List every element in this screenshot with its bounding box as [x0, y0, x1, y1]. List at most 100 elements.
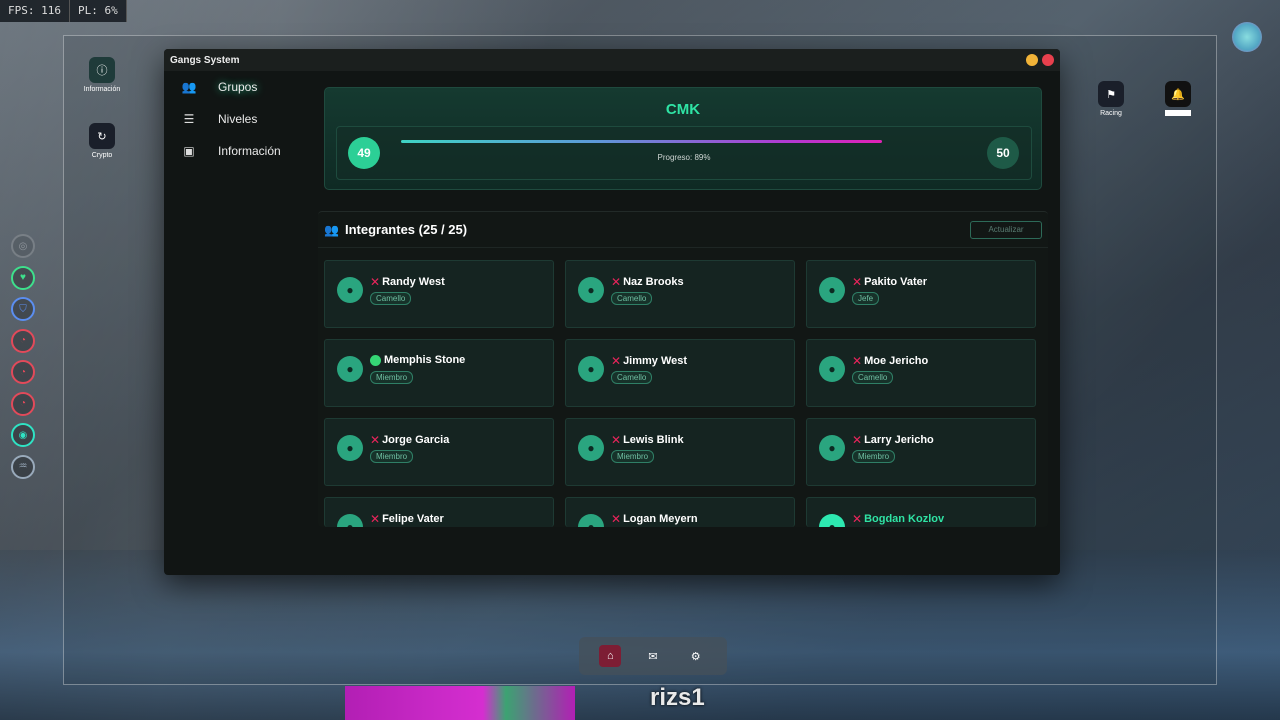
app-label: Información — [83, 86, 121, 93]
app-racing[interactable]: ⚑ Racing — [1089, 81, 1133, 117]
member-card[interactable]: ● ✕ Bogdan Kozlov — [806, 497, 1036, 527]
members-header: 👥 Integrantes (25 / 25) Actualizar — [318, 212, 1048, 248]
user-avatar-icon: ● — [819, 356, 845, 382]
role-badge: Camello — [370, 292, 412, 305]
title-bar[interactable]: Gangs System — [164, 49, 1060, 71]
gang-card: CMK 49 Progreso: 89% 50 — [324, 87, 1042, 190]
list-icon: ☰ — [183, 112, 195, 126]
member-name-text: Lewis Blink — [623, 434, 684, 446]
member-name-text: Jorge Garcia — [382, 434, 450, 446]
offline-status-icon: ✕ — [611, 433, 622, 447]
member-card[interactable]: ● ✕ Jorge Garcia Miembro — [324, 418, 554, 486]
gang-app-icon[interactable]: ⌂ — [599, 645, 622, 667]
info-icon: ⓘ — [89, 57, 115, 83]
member-name-text: Naz Brooks — [623, 276, 684, 288]
sidebar-item-label: Niveles — [218, 112, 258, 126]
offline-status-icon: ✕ — [370, 433, 381, 447]
mail-icon[interactable]: ✉ — [642, 645, 664, 667]
server-logo — [1232, 22, 1262, 52]
member-card[interactable]: ● Memphis Stone Miembro — [324, 339, 554, 407]
member-card[interactable]: ● ✕ Jimmy West Camello — [565, 339, 795, 407]
settings-icon[interactable]: ⚙ — [685, 645, 707, 667]
member-name-text: Logan Meyern — [623, 513, 698, 525]
user-avatar-icon: ● — [337, 356, 363, 382]
hunger-icon: ◔ — [11, 328, 35, 353]
member-name-text: Larry Jericho — [864, 434, 934, 446]
member-name-text: Jimmy West — [623, 355, 688, 367]
role-badge: Camello — [611, 292, 653, 305]
fps-overlay: FPS: 116 PL: 6% — [0, 0, 127, 22]
refresh-button[interactable]: Actualizar — [970, 220, 1042, 239]
armor-icon: ⛉ — [11, 297, 35, 321]
user-avatar-icon: ● — [337, 277, 363, 303]
member-card[interactable]: ● ✕ Larry Jericho Miembro — [806, 418, 1036, 486]
progress-text: Progreso: 89% — [657, 153, 711, 162]
user-avatar-icon: ● — [819, 435, 845, 461]
offline-status-icon: ✕ — [370, 512, 381, 526]
thirst-icon: ◔ — [11, 360, 35, 384]
window-title: Gangs System — [170, 54, 240, 66]
role-badge: Miembro — [852, 450, 896, 463]
flag-icon: ⚑ — [1098, 81, 1124, 107]
app-informacion[interactable]: ⓘ Información — [80, 57, 124, 93]
crypto-icon: ↻ — [89, 123, 115, 149]
member-name: ✕ Jimmy West — [611, 354, 687, 368]
members-grid: ● ✕ Randy West Camello ● ✕ Naz Brooks Camello ● ✕… — [324, 260, 1036, 527]
sidebar-item-informacion[interactable]: ▣ Información — [164, 135, 314, 167]
next-level-badge: 50 — [987, 137, 1019, 169]
member-card[interactable]: ● ✕ Naz Brooks Camello — [565, 260, 795, 328]
member-card[interactable]: ● ✕ Randy West Camello — [324, 260, 554, 328]
member-name: Memphis Stone — [370, 354, 465, 366]
member-name: ✕ Bogdan Kozlov — [852, 512, 944, 526]
member-card[interactable]: ● ✕ Moe Jericho Camello — [806, 339, 1036, 407]
users-icon: 👥 — [324, 222, 339, 237]
bell-icon: 🔔 — [1165, 81, 1191, 107]
members-panel: 👥 Integrantes (25 / 25) Actualizar ● ✕ Ran… — [318, 211, 1048, 527]
member-name-text: Memphis Stone — [384, 354, 466, 366]
member-name: ✕ Naz Brooks — [611, 275, 684, 289]
sidebar-item-niveles[interactable]: ☰ Niveles — [164, 103, 314, 135]
stress-icon: ◔ — [11, 391, 35, 416]
member-card[interactable]: ● ✕ Pakito Vater Jefe — [806, 260, 1036, 328]
app-notifications[interactable]: 🔔 — [1156, 81, 1200, 116]
user-avatar-icon: ● — [337, 435, 363, 461]
member-card[interactable]: ● ✕ Lewis Blink Miembro — [565, 418, 795, 486]
offline-status-icon: ✕ — [611, 354, 622, 368]
role-badge: Jefe — [852, 292, 880, 305]
app-label-bar — [1165, 110, 1191, 116]
role-badge: Miembro — [370, 371, 414, 384]
lungs-icon: ♒ — [11, 454, 35, 479]
status-hud: ◎ ♥ ⛉ ◔ ◔ ◔ ◉ ♒ — [11, 234, 35, 486]
member-name-text: Moe Jericho — [864, 355, 929, 367]
offline-status-icon: ✕ — [852, 433, 863, 447]
member-card[interactable]: ● ✕ Logan Meyern — [565, 497, 795, 527]
user-avatar-icon: ● — [819, 277, 845, 303]
minimize-button[interactable] — [1026, 54, 1038, 66]
online-status-icon — [370, 354, 381, 366]
role-badge: Miembro — [370, 450, 414, 463]
level-panel: 49 Progreso: 89% 50 — [336, 126, 1032, 180]
member-name-text: Randy West — [382, 276, 445, 288]
gangs-window: Gangs System 👥 Grupos ☰ Niveles ▣ Inform… — [164, 49, 1060, 575]
offline-status-icon: ✕ — [611, 512, 622, 526]
member-name-text: Bogdan Kozlov — [864, 513, 945, 525]
users-icon: 👥 — [181, 80, 197, 94]
voice-icon: ◎ — [11, 234, 35, 258]
sidebar-item-grupos[interactable]: 👥 Grupos — [164, 71, 314, 103]
close-button[interactable] — [1042, 54, 1054, 66]
level-progress-bar — [401, 140, 941, 143]
members-title: Integrantes (25 / 25) — [344, 222, 468, 237]
folder-plus-icon: ▣ — [183, 144, 195, 158]
member-card[interactable]: ● ✕ Felipe Vater — [324, 497, 554, 527]
user-avatar-icon: ● — [578, 356, 604, 382]
member-name-text: Felipe Vater — [382, 513, 444, 525]
sidebar-item-label: Información — [218, 144, 281, 158]
packet-loss: PL: 6% — [69, 0, 127, 22]
member-name: ✕ Pakito Vater — [852, 275, 927, 289]
gang-name: CMK — [665, 101, 701, 118]
member-name: ✕ Moe Jericho — [852, 354, 928, 368]
offline-status-icon: ✕ — [611, 275, 622, 289]
app-label: Crypto — [91, 152, 113, 159]
app-label: Racing — [1100, 110, 1122, 117]
app-crypto[interactable]: ↻ Crypto — [80, 123, 124, 159]
